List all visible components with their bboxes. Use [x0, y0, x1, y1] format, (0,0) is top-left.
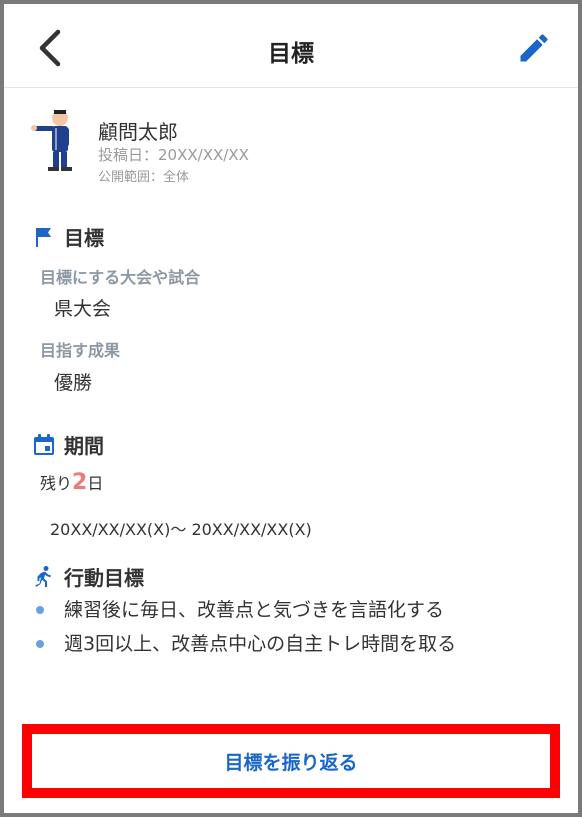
pencil-icon [520, 34, 548, 62]
period-range: 20XX/XX/XX(X)〜 20XX/XX/XX(X) [50, 520, 312, 539]
flag-icon [32, 225, 56, 249]
bullet-icon [36, 640, 44, 648]
calendar-icon [32, 433, 56, 457]
aim-value: 優勝 [54, 372, 93, 394]
action-goal-text: 週3回以上、改善点中心の自主トレ時間を取る [64, 633, 457, 655]
review-goal-button[interactable]: 目標を振り返る [36, 738, 546, 784]
period-section-title: 期間 [32, 430, 104, 459]
action-goal-text: 練習後に毎日、改善点と気づきを言語化する [64, 599, 445, 621]
action-section-title: 行動目標 [32, 562, 144, 591]
post-date: 投稿日：20XX/XX/XX [98, 146, 249, 164]
page-title: 目標 [268, 41, 314, 67]
goal-section-label: 目標 [64, 226, 104, 250]
avatar [30, 106, 90, 172]
remaining-suffix: 日 [87, 474, 104, 493]
action-goal-list: 練習後に毎日、改善点と気づきを言語化する 週3回以上、改善点中心の自主トレ時間を… [32, 596, 552, 664]
target-event-value: 県大会 [54, 298, 112, 320]
remaining-prefix: 残り [40, 474, 73, 493]
list-item: 練習後に毎日、改善点と気づきを言語化する [32, 596, 552, 630]
remaining-days: 残り2日 [40, 470, 103, 495]
goal-section-title: 目標 [32, 222, 104, 251]
list-item: 週3回以上、改善点中心の自主トレ時間を取る [32, 630, 552, 664]
edit-button[interactable] [516, 30, 552, 66]
bullet-icon [36, 606, 44, 614]
remaining-days-count: 2 [72, 470, 88, 495]
period-section-label: 期間 [64, 434, 104, 458]
visibility-scope: 公開範囲：全体 [98, 170, 190, 185]
header: 目標 [4, 4, 578, 88]
author-profile: 顧問太郎 投稿日：20XX/XX/XX 公開範囲：全体 [30, 106, 550, 186]
aim-label: 目指す成果 [40, 341, 121, 360]
target-event-label: 目標にする大会や試合 [40, 268, 201, 287]
action-section-label: 行動目標 [64, 566, 144, 590]
running-person-icon [32, 565, 56, 589]
author-name: 顧問太郎 [98, 120, 178, 144]
